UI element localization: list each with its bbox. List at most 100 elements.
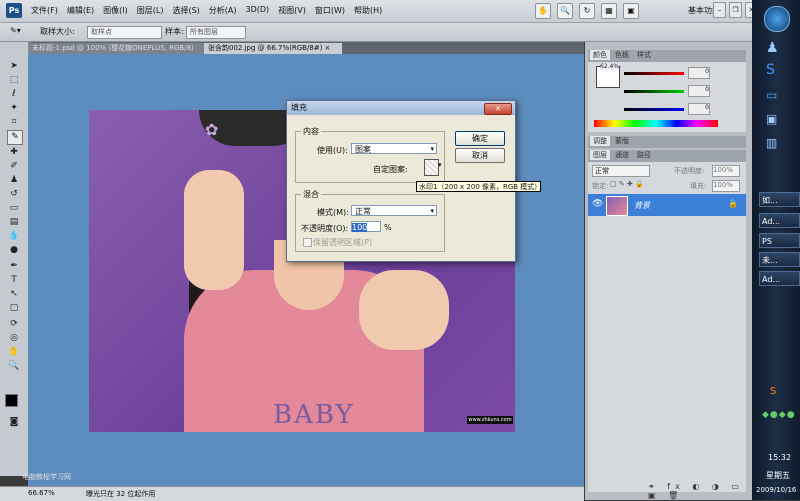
tab-untitled[interactable]: 未标题-1.psd @ 100% (樱花糖ONEPLUS, RGB/8) × <box>28 43 204 63</box>
status-zoom[interactable]: 66.67% <box>28 489 55 497</box>
menu-layer[interactable]: 图层(L) <box>137 5 164 16</box>
eraser-tool-icon[interactable]: ▭ <box>7 202 21 215</box>
taskbar-button-3[interactable]: PS <box>759 233 800 248</box>
eye-icon[interactable]: 👁 <box>592 199 603 209</box>
blue-value[interactable]: 0 <box>688 103 710 115</box>
quick-select-tool-icon[interactable]: ✦ <box>7 102 21 115</box>
pen-tool-icon[interactable]: ✒ <box>7 260 21 273</box>
preserve-transparency-checkbox[interactable] <box>303 238 312 247</box>
type-tool-icon[interactable]: T <box>7 274 21 287</box>
green-value[interactable]: 0 <box>688 85 710 97</box>
panels-dock: 颜色 色板 样式 62.4% 0 0 0 调整 蒙版 图层 通道 路径 正常 不… <box>585 42 752 500</box>
dialog-title[interactable]: 填充 <box>287 101 515 115</box>
color-panel: 62.4% 0 0 0 <box>588 62 746 132</box>
menu-analysis[interactable]: 分析(A) <box>209 5 237 16</box>
dialog-close-icon[interactable]: ✕ <box>484 103 512 115</box>
taskbar-button-1[interactable]: 如... <box>759 192 800 207</box>
pattern-picker-arrow-icon[interactable]: ▾ <box>438 161 442 169</box>
sample-size-select[interactable]: 取样点 <box>87 26 162 39</box>
hand-icon[interactable]: ✋ <box>535 3 551 19</box>
foreground-color-swatch[interactable] <box>5 394 18 407</box>
sample-size-label: 取样大小: <box>40 27 75 36</box>
arrange-documents-icon[interactable]: ▦ <box>601 3 617 19</box>
quicklaunch-s-icon[interactable]: S <box>766 62 775 78</box>
quick-mask-icon[interactable]: ◙ <box>7 416 21 429</box>
tab-swatches[interactable]: 色板 <box>612 50 632 60</box>
3d-rotate-icon[interactable]: ⟳ <box>7 318 21 331</box>
eyedropper-tool-icon[interactable]: ✎ <box>7 130 23 145</box>
zoom-tool-icon[interactable]: 🔍 <box>7 360 21 373</box>
brush-tool-icon[interactable]: ✐ <box>7 160 21 173</box>
eyedropper-tool-icon[interactable]: ✎▾ <box>10 26 21 35</box>
restore-icon[interactable]: ❐ <box>729 2 742 18</box>
gradient-tool-icon[interactable]: ▤ <box>7 216 21 229</box>
menu-help[interactable]: 帮助(H) <box>354 5 382 16</box>
layer-name[interactable]: 背景 <box>634 200 650 211</box>
marquee-tool-icon[interactable]: ⬚ <box>7 74 21 87</box>
use-select[interactable]: 图案 <box>351 143 437 155</box>
menu-select[interactable]: 选择(S) <box>172 5 199 16</box>
layer-row-background[interactable]: 👁 背景 🔒 <box>588 194 746 216</box>
ok-button[interactable]: 确定 <box>455 131 505 146</box>
history-brush-icon[interactable]: ↺ <box>7 188 21 201</box>
taskbar-button-2[interactable]: Ad... <box>759 213 800 228</box>
taskbar-button-4[interactable]: 未... <box>759 252 800 267</box>
tab-active-document[interactable]: 张含韵002.jpg @ 66.7%(RGB/8#) × <box>204 43 342 54</box>
menu-edit[interactable]: 编辑(E) <box>67 5 94 16</box>
tab-masks[interactable]: 蒙版 <box>612 136 632 146</box>
path-select-icon[interactable]: ↖ <box>7 288 21 301</box>
tab-adjustments[interactable]: 调整 <box>590 136 610 146</box>
tab-channels[interactable]: 通道 <box>612 150 632 160</box>
fill-value[interactable]: 100% <box>712 180 740 192</box>
minimize-icon[interactable]: – <box>713 2 726 18</box>
tab-color[interactable]: 颜色 <box>590 50 610 60</box>
tab-layers[interactable]: 图层 <box>590 150 610 160</box>
taskbar-button-5[interactable]: Ad... <box>759 271 800 286</box>
red-slider[interactable] <box>624 72 684 75</box>
clock-time[interactable]: 15:32 <box>768 453 791 462</box>
quicklaunch-desktop-icon[interactable]: ▭ <box>766 88 777 102</box>
menu-file[interactable]: 文件(F) <box>31 5 58 16</box>
green-slider[interactable] <box>624 90 684 93</box>
cancel-button[interactable]: 取消 <box>455 148 505 163</box>
menu-image[interactable]: 图像(I) <box>103 5 128 16</box>
quicklaunch-app-icon[interactable]: ▣ <box>766 112 777 126</box>
pattern-picker[interactable] <box>424 159 439 176</box>
color-spectrum[interactable] <box>594 120 718 127</box>
tray-s-icon[interactable]: S <box>770 386 776 397</box>
3d-orbit-icon[interactable]: ◎ <box>7 332 21 345</box>
blur-tool-icon[interactable]: 💧 <box>7 230 21 243</box>
healing-brush-icon[interactable]: ✚ <box>7 146 21 159</box>
rotate-view-icon[interactable]: ↻ <box>579 3 595 19</box>
sample-label: 样本: <box>165 27 184 36</box>
mode-select[interactable]: 正常 <box>351 205 437 217</box>
start-button-icon[interactable] <box>764 6 790 32</box>
blue-slider[interactable] <box>624 108 684 111</box>
screen-mode-icon[interactable]: ▣ <box>623 3 639 19</box>
opacity-label: 不透明度(O): <box>301 224 349 233</box>
crop-tool-icon[interactable]: ⌗ <box>7 116 21 129</box>
sample-select[interactable]: 所有图层 <box>186 26 246 39</box>
opacity-input[interactable]: 100 <box>351 221 381 232</box>
tray-icons[interactable]: ◆●◆● <box>762 410 796 420</box>
clone-stamp-icon[interactable]: ♟ <box>7 174 21 187</box>
quicklaunch-people-icon[interactable]: ♟ <box>766 40 779 56</box>
quicklaunch-pc-icon[interactable]: ▥ <box>766 136 777 150</box>
shape-tool-icon[interactable]: ▢ <box>7 302 21 315</box>
layers-panel-tabs: 图层 通道 路径 <box>588 150 746 162</box>
hand-tool-icon[interactable]: ✋ <box>7 346 21 359</box>
dodge-tool-icon[interactable]: ● <box>7 244 21 257</box>
lasso-tool-icon[interactable]: ℓ <box>7 88 21 101</box>
red-value[interactable]: 0 <box>688 67 710 79</box>
tab-styles[interactable]: 样式 <box>634 50 654 60</box>
layer-opacity-value[interactable]: 100% <box>712 165 740 177</box>
menu-view[interactable]: 视图(V) <box>278 5 306 16</box>
menu-3d[interactable]: 3D(D) <box>246 5 270 16</box>
layer-actions-icons[interactable]: ⚭ fx ◐ ◑ ▭ ▣ 🗑 <box>648 482 746 500</box>
blend-mode-select[interactable]: 正常 <box>592 165 650 177</box>
zoom-icon[interactable]: 🔍 <box>557 3 573 19</box>
move-tool-icon[interactable]: ➤ <box>7 60 21 73</box>
menu-window[interactable]: 窗口(W) <box>315 5 345 16</box>
tab-paths[interactable]: 路径 <box>634 150 654 160</box>
lock-icons[interactable]: □ ✎ ✚ 🔒 <box>610 180 644 188</box>
